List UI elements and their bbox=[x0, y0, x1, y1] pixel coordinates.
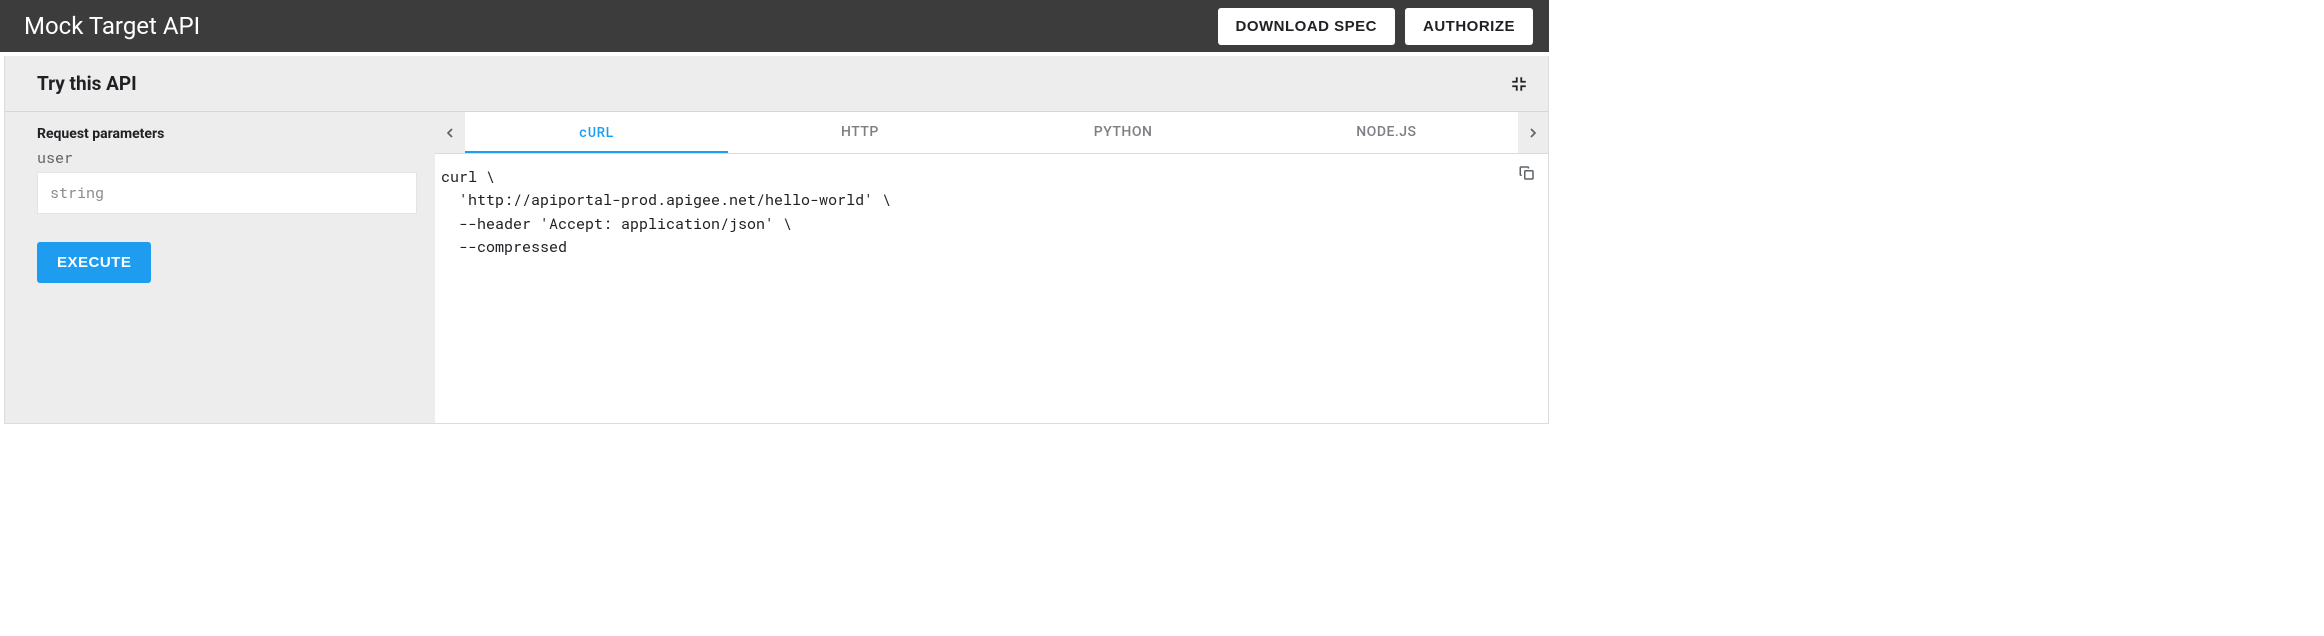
code-snippet: curl \ 'http://apiportal-prod.apigee.net… bbox=[441, 166, 1532, 259]
tab-scroll-left[interactable] bbox=[435, 112, 465, 154]
execute-button[interactable]: EXECUTE bbox=[37, 242, 151, 283]
code-area: curl \ 'http://apiportal-prod.apigee.net… bbox=[435, 154, 1548, 423]
tab-scroll-right[interactable] bbox=[1518, 112, 1548, 154]
tabs: cURL HTTP PYTHON NODE.JS bbox=[465, 112, 1518, 153]
tab-python[interactable]: PYTHON bbox=[992, 112, 1255, 153]
try-api-panel: Try this API Request parameters user EXE… bbox=[4, 56, 1549, 424]
page-title: Mock Target API bbox=[24, 12, 1208, 40]
tab-curl[interactable]: cURL bbox=[465, 112, 728, 153]
request-parameters-heading: Request parameters bbox=[37, 126, 417, 142]
panel-body: Request parameters user EXECUTE cURL HTT… bbox=[5, 112, 1548, 423]
tab-nodejs[interactable]: NODE.JS bbox=[1255, 112, 1518, 153]
topbar: Mock Target API DOWNLOAD SPEC AUTHORIZE bbox=[0, 0, 1549, 52]
download-spec-button[interactable]: DOWNLOAD SPEC bbox=[1218, 8, 1396, 45]
copy-icon[interactable] bbox=[1518, 164, 1536, 182]
panel-title: Try this API bbox=[37, 72, 1510, 95]
collapse-icon[interactable] bbox=[1510, 75, 1528, 93]
user-input[interactable] bbox=[37, 172, 417, 214]
tab-row: cURL HTTP PYTHON NODE.JS bbox=[435, 112, 1548, 154]
param-name-label: user bbox=[37, 148, 417, 168]
tab-http[interactable]: HTTP bbox=[728, 112, 991, 153]
panel-header: Try this API bbox=[5, 56, 1548, 112]
code-sample-section: cURL HTTP PYTHON NODE.JS curl \ 'http://… bbox=[435, 112, 1548, 423]
authorize-button[interactable]: AUTHORIZE bbox=[1405, 8, 1533, 45]
request-parameters-section: Request parameters user EXECUTE bbox=[5, 112, 435, 423]
